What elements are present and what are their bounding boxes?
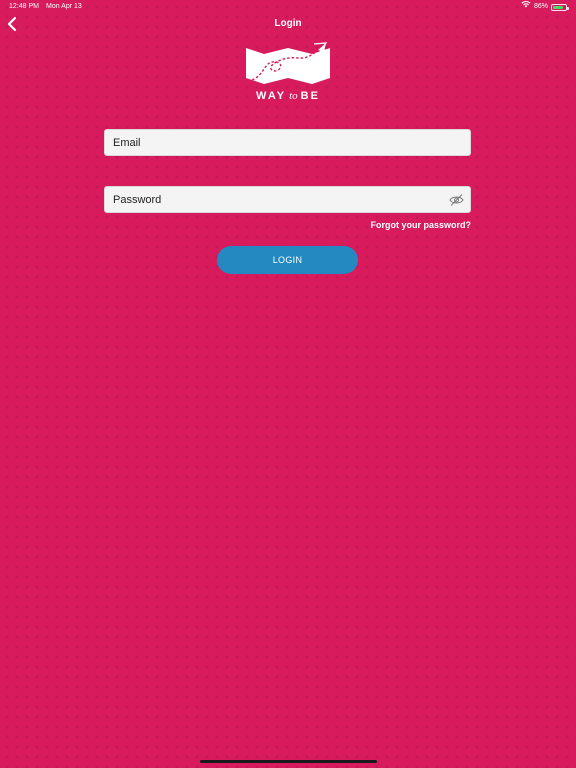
battery-icon: [551, 3, 569, 11]
login-button[interactable]: LOGIN: [217, 246, 358, 274]
logo-word-to: to: [289, 90, 298, 102]
email-field[interactable]: [104, 129, 471, 156]
app-logo: WAY to BE: [236, 40, 340, 110]
password-field[interactable]: [104, 186, 471, 213]
password-input[interactable]: [105, 187, 470, 212]
logo-word-be: BE: [300, 90, 320, 102]
eye-slash-icon[interactable]: [449, 193, 464, 207]
battery-fill: [553, 5, 564, 9]
logo-wordmark: WAY to BE: [236, 90, 340, 102]
map-logo-icon: [246, 42, 330, 84]
nav-bar: Login: [0, 12, 576, 36]
page-title: Login: [274, 18, 302, 29]
forgot-password-link[interactable]: Forgot your password?: [370, 220, 471, 230]
email-input[interactable]: [105, 130, 470, 155]
logo-word-way: WAY: [256, 90, 287, 102]
home-indicator[interactable]: [200, 760, 377, 763]
